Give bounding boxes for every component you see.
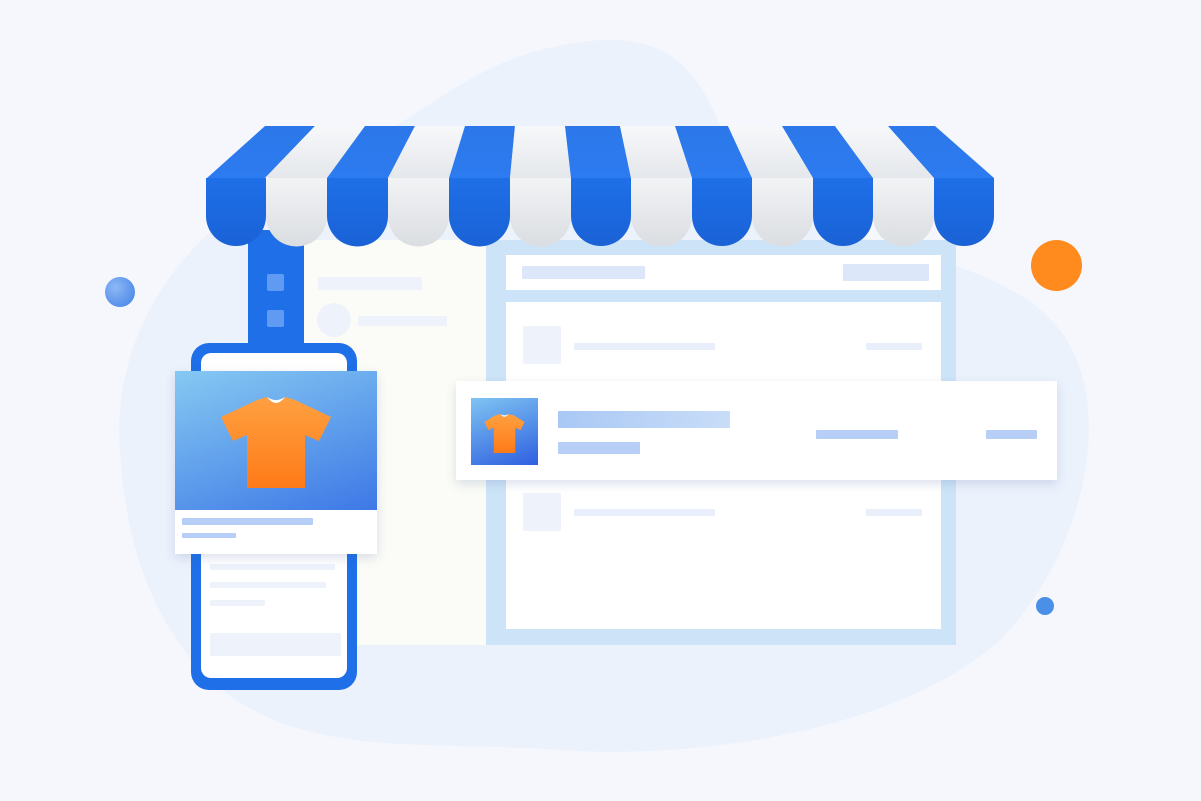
phone-line-placeholder [210,582,326,588]
phone-line-placeholder [210,600,265,606]
product-card-price-placeholder [182,533,236,538]
phone-button-placeholder [210,633,341,656]
tshirt-icon [221,397,331,488]
phone-line-placeholder [210,564,335,570]
product-card-title-placeholder [182,518,313,525]
online-store-illustration [0,0,1201,801]
product-card-image [175,371,377,510]
